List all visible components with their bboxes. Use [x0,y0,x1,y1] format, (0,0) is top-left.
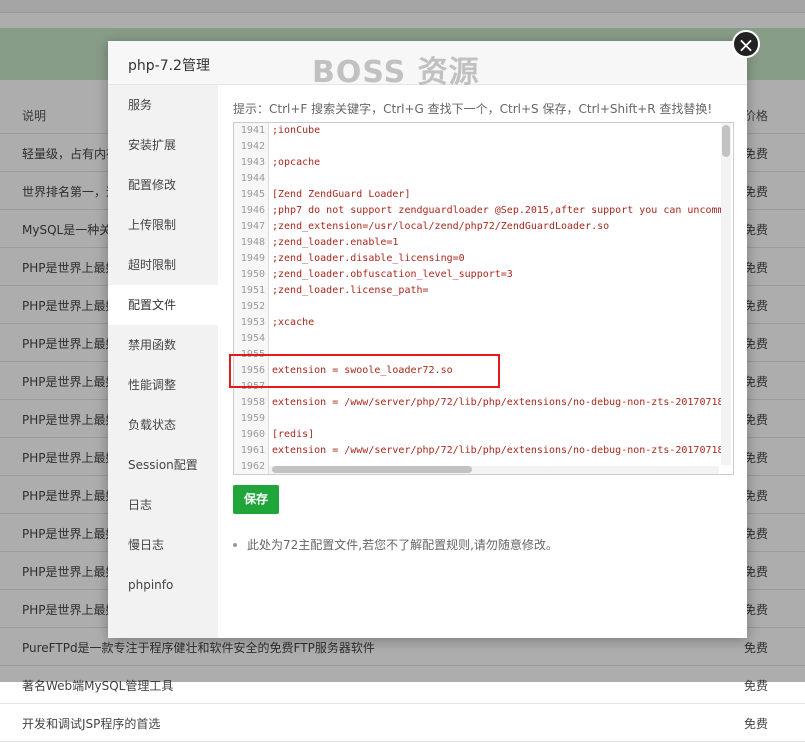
code-text: ;zend_loader.obfuscation_level_support=3 [272,269,513,280]
vertical-scrollbar-thumb[interactable] [722,125,730,157]
line-number: 1942 [240,141,265,152]
code-text: ;opcache [272,157,321,168]
sidebar-item[interactable]: 超时限制 [108,245,218,285]
line-number: 1948 [240,237,265,248]
line-number: 1962 [240,461,265,472]
sidebar-item[interactable]: 负载状态 [108,405,218,445]
code-editor[interactable]: 1941 ;ionCube 1942 1943 ;opcache 1944 1945 [Zen… [233,122,734,475]
line-number: 1951 [240,285,265,296]
code-text: ;zend_loader.enable=1 [272,237,399,248]
line-number: 1945 [240,189,265,200]
sidebar-item[interactable]: 禁用函数 [108,325,218,365]
code-text: ;zend_loader.license_path= [272,285,429,296]
dialog-header: php-7.2管理 BOSS 资源 [108,41,747,90]
code-text: ;zend_loader.disable_licensing=0 [272,253,465,264]
dialog-sidebar: 服务 安装扩展 配置修改 上传限制 超时限制 配置文件 禁用函数 性能调整 负载状态 Sessio… [108,85,218,638]
line-number: 1944 [240,173,265,184]
code-text: ;zend_extension=/usr/local/zend/php72/Ze… [272,221,610,232]
sidebar-item[interactable]: Session配置 [108,445,218,485]
code-text: ;xcache [272,317,315,328]
vertical-scrollbar[interactable] [721,123,731,465]
shortcut-hint: 提示：Ctrl+F 搜索关键字，Ctrl+G 查找下一个，Ctrl+S 保存，C… [233,102,713,116]
red-highlight-box [229,354,500,388]
code-text: [redis] [272,429,315,440]
code-text: extension = /www/server/php/72/lib/php/e… [272,397,724,408]
line-number: 1946 [240,205,265,216]
line-number: 1947 [240,221,265,232]
sidebar-item[interactable]: 服务 [108,85,218,125]
code-text: extension = /www/server/php/72/lib/php/e… [272,445,724,456]
line-number: 1949 [240,253,265,264]
save-button[interactable]: 保存 [233,485,279,514]
dialog-title: php-7.2管理 [128,58,210,74]
config-warning-tip: 此处为72主配置文件,若您不了解配置规则,请勿随意修改。 [233,536,558,553]
bullet-dot-icon [233,542,237,547]
php-manage-dialog: php-7.2管理 BOSS 资源 服务 安装扩展 配置修改 上传限制 超时限制 配置文件… [108,41,747,638]
horizontal-scrollbar-thumb[interactable] [272,466,472,473]
line-number: 1954 [240,333,265,344]
line-number: 1943 [240,157,265,168]
sidebar-item[interactable]: phpinfo [108,565,218,605]
close-icon[interactable]: × [732,30,760,58]
config-warning-text: 此处为72主配置文件,若您不了解配置规则,请勿随意修改。 [247,538,558,552]
line-number: 1950 [240,269,265,280]
sidebar-item[interactable]: 日志 [108,485,218,525]
code-text: [Zend ZendGuard Loader] [272,189,411,200]
table-row: 开发和调试JSP程序的首选 免费 [0,704,805,742]
row-price: 免费 [744,717,769,731]
sidebar-item[interactable]: 性能调整 [108,365,218,405]
line-number: 1953 [240,317,265,328]
line-number: 1960 [240,429,265,440]
line-number: 1961 [240,445,265,456]
sidebar-item[interactable]: 慢日志 [108,525,218,565]
line-number: 1941 [240,125,265,136]
sidebar-item[interactable]: 上传限制 [108,205,218,245]
code-text: ;php7 do not support zendguardloader @Se… [272,205,724,216]
sidebar-item[interactable]: 配置修改 [108,165,218,205]
row-description: 开发和调试JSP程序的首选 [22,717,161,731]
sidebar-item[interactable]: 安装扩展 [108,125,218,165]
line-number: 1952 [240,301,265,312]
code-text: ;ionCube [272,125,321,136]
line-number: 1959 [240,413,265,424]
line-number: 1958 [240,397,265,408]
sidebar-item[interactable]: 配置文件 [108,285,218,325]
